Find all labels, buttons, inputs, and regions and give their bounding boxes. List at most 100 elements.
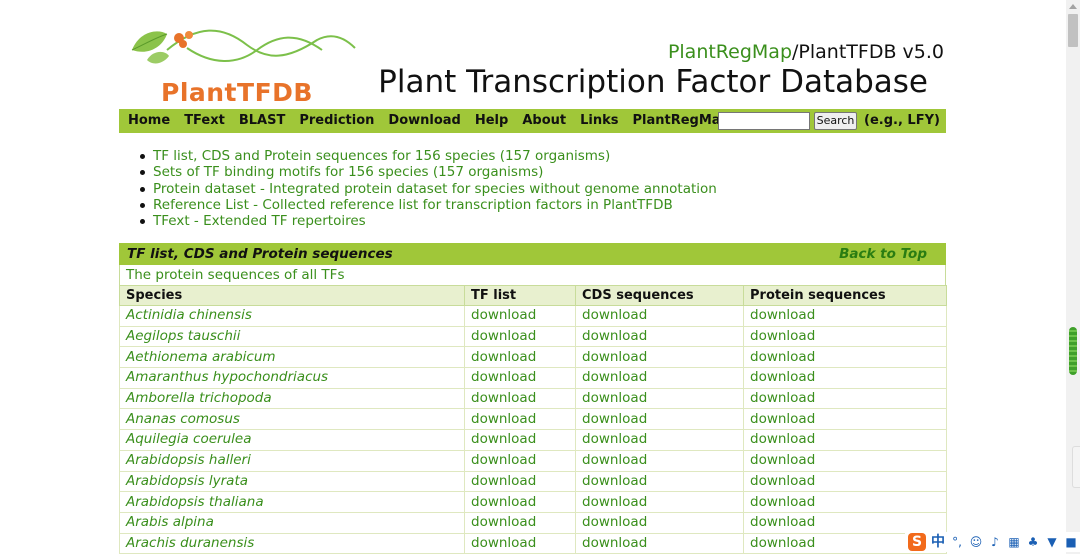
cds-download-link[interactable]: download xyxy=(582,535,647,551)
protein-download-link[interactable]: download xyxy=(750,514,815,530)
species-link[interactable]: Arabidopsis lyrata xyxy=(126,473,248,489)
species-link[interactable]: Arabidopsis halleri xyxy=(126,452,251,468)
tfext-link[interactable]: TFext - Extended TF repertoires xyxy=(153,213,366,229)
grid-icon[interactable]: ■ xyxy=(1064,535,1078,549)
tf-list-download-link[interactable]: download xyxy=(471,390,536,406)
tf-list-download-link[interactable]: download xyxy=(471,431,536,447)
protein-download-link[interactable]: download xyxy=(750,473,815,489)
species-link[interactable]: Amaranthus hypochondriacus xyxy=(126,369,328,385)
nav-item-about[interactable]: About xyxy=(522,113,566,129)
skin-icon[interactable]: ♣ xyxy=(1026,535,1040,549)
protein-download-link[interactable]: download xyxy=(750,328,815,344)
ime-logo-icon[interactable]: S xyxy=(908,533,926,551)
species-link[interactable]: Amborella trichopoda xyxy=(126,390,272,406)
cds-download-link[interactable]: download xyxy=(582,349,647,365)
protein-download-link[interactable]: download xyxy=(750,369,815,385)
back-to-top-link[interactable]: Back to Top xyxy=(839,246,927,263)
protein-dataset-link[interactable]: Protein dataset - Integrated protein dat… xyxy=(153,181,717,197)
protein-download-link[interactable]: download xyxy=(750,390,815,406)
species-link[interactable]: Aegilops tauschii xyxy=(126,328,240,344)
species-cell: Arabidopsis thaliana xyxy=(119,491,465,513)
search-input[interactable] xyxy=(718,112,810,130)
reference-list-link[interactable]: Reference List - Collected reference lis… xyxy=(153,197,673,213)
species-link[interactable]: Aethionema arabicum xyxy=(126,349,276,365)
species-link[interactable]: Arachis duranensis xyxy=(126,535,254,551)
keyboard-icon[interactable]: ▦ xyxy=(1007,535,1021,549)
column-header-tf-list: TF list xyxy=(464,285,576,306)
protein-download-link[interactable]: download xyxy=(750,452,815,468)
tf-list-download-link[interactable]: download xyxy=(471,328,536,344)
nav-item-help[interactable]: Help xyxy=(475,113,508,129)
download-cell: download xyxy=(464,532,576,554)
planttfdb-logo[interactable]: PlantTFDB xyxy=(127,20,357,105)
protein-download-link[interactable]: download xyxy=(750,494,815,510)
tf-list-download-link[interactable]: download xyxy=(471,473,536,489)
species-link[interactable]: Arabidopsis thaliana xyxy=(126,494,264,510)
cds-download-link[interactable]: download xyxy=(582,452,647,468)
cds-download-link[interactable]: download xyxy=(582,390,647,406)
cds-download-link[interactable]: download xyxy=(582,369,647,385)
cds-download-link[interactable]: download xyxy=(582,494,647,510)
species-link[interactable]: Arabis alpina xyxy=(126,514,214,530)
cds-download-link[interactable]: download xyxy=(582,473,647,489)
nav-item-download[interactable]: Download xyxy=(388,113,460,129)
scroll-thumb[interactable] xyxy=(1068,14,1078,47)
download-cell: download xyxy=(743,408,947,431)
protein-download-link[interactable]: download xyxy=(750,349,815,365)
side-widget-handle[interactable] xyxy=(1069,327,1077,375)
section-title: TF list, CDS and Protein sequences xyxy=(127,246,393,262)
nav-item-plantregmap[interactable]: PlantRegMap xyxy=(633,113,730,129)
table-row: Arabidopsis lyrata download download downlo… xyxy=(119,470,947,493)
species-cell: Actinidia chinensis xyxy=(119,305,465,327)
nav-item-blast[interactable]: BLAST xyxy=(239,113,285,129)
tf-list-download-link[interactable]: download xyxy=(471,535,536,551)
punctuation-icon[interactable]: °, xyxy=(950,535,964,549)
cds-download-link[interactable]: download xyxy=(582,514,647,530)
binding-motifs-link[interactable]: Sets of TF binding motifs for 156 specie… xyxy=(153,164,543,180)
tf-list-download-link[interactable]: download xyxy=(471,514,536,530)
tf-list-download-link[interactable]: download xyxy=(471,411,536,427)
species-link[interactable]: Ananas comosus xyxy=(126,411,240,427)
nav-item-prediction[interactable]: Prediction xyxy=(299,113,374,129)
tf-list-download-link[interactable]: download xyxy=(471,349,536,365)
species-cell: Arabis alpina xyxy=(119,511,465,534)
leaf-vine-icon xyxy=(131,29,356,64)
nav-item-tfext[interactable]: TFext xyxy=(184,113,225,129)
ime-language-toggle[interactable]: 中 xyxy=(931,533,945,551)
cds-download-link[interactable]: download xyxy=(582,307,647,323)
download-cell: download xyxy=(743,367,947,389)
download-cell: download xyxy=(575,367,744,389)
plantregmap-link[interactable]: PlantRegMap xyxy=(668,41,792,63)
nav-item-links[interactable]: Links xyxy=(580,113,618,129)
list-item: Protein dataset - Integrated protein dat… xyxy=(137,181,717,197)
cds-download-link[interactable]: download xyxy=(582,411,647,427)
protein-download-link[interactable]: download xyxy=(750,535,815,551)
protein-download-link[interactable]: download xyxy=(750,431,815,447)
download-cell: download xyxy=(575,305,744,327)
protein-download-link[interactable]: download xyxy=(750,411,815,427)
download-cell: download xyxy=(743,449,947,472)
cds-download-link[interactable]: download xyxy=(582,431,647,447)
download-cell: download xyxy=(575,325,744,348)
search-button[interactable]: Search xyxy=(814,112,857,130)
side-flag-tab[interactable] xyxy=(1072,446,1080,488)
shirt-icon[interactable]: ▼ xyxy=(1045,535,1059,549)
species-link[interactable]: Actinidia chinensis xyxy=(126,307,252,323)
column-header-protein: Protein sequences xyxy=(743,285,947,306)
download-links-list: TF list, CDS and Protein sequences for 1… xyxy=(137,148,717,229)
emoji-icon[interactable]: ☺ xyxy=(969,535,983,549)
protein-download-link[interactable]: download xyxy=(750,307,815,323)
nav-item-home[interactable]: Home xyxy=(128,113,170,129)
tf-list-download-link[interactable]: download xyxy=(471,494,536,510)
tf-list-download-link[interactable]: download xyxy=(471,452,536,468)
tf-list-link[interactable]: TF list, CDS and Protein sequences for 1… xyxy=(153,148,610,164)
species-link[interactable]: Aquilegia coerulea xyxy=(126,431,251,447)
cds-download-link[interactable]: download xyxy=(582,328,647,344)
scroll-up-arrow-icon[interactable] xyxy=(1069,4,1077,9)
download-cell: download xyxy=(464,408,576,431)
microphone-icon[interactable]: ♪ xyxy=(988,535,1002,549)
tf-list-download-link[interactable]: download xyxy=(471,369,536,385)
table-header-row: Species TF list CDS sequences Protein se… xyxy=(119,285,947,306)
download-cell: download xyxy=(743,511,947,534)
tf-list-download-link[interactable]: download xyxy=(471,307,536,323)
